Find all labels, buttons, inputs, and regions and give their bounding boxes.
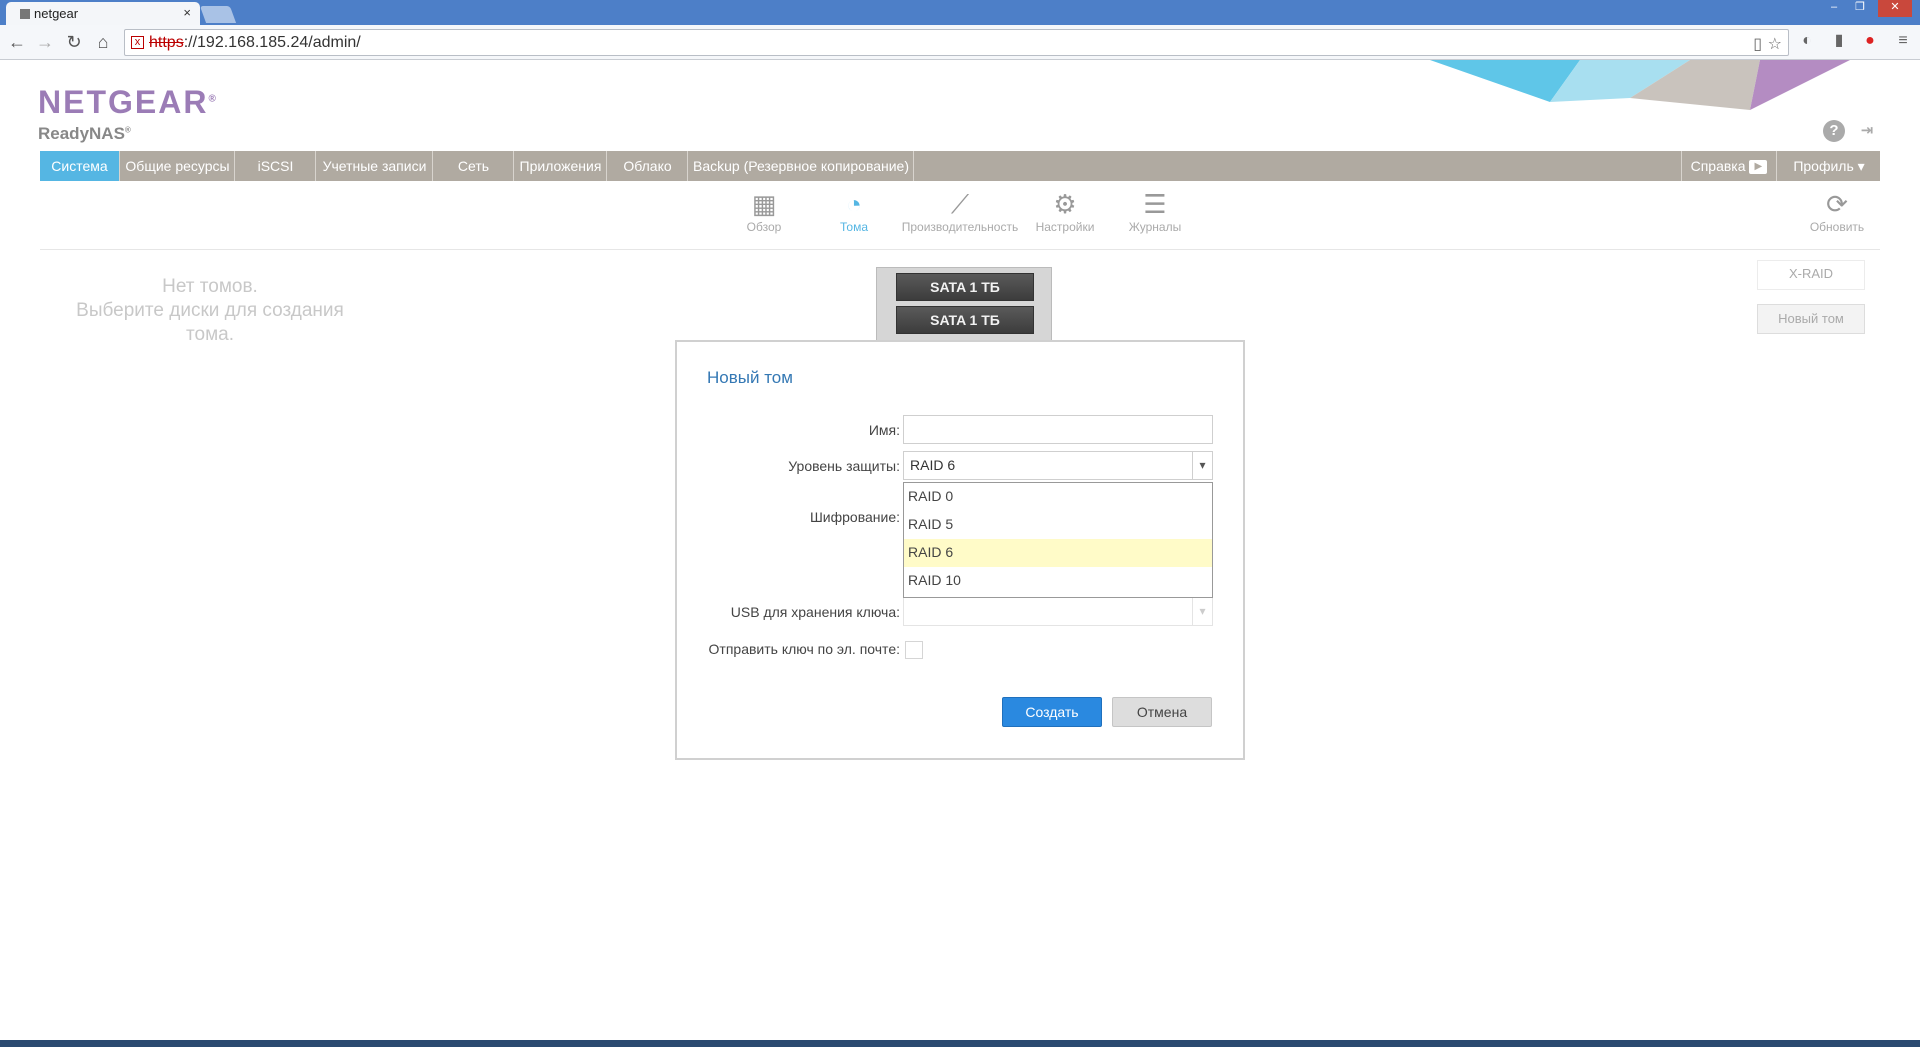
os-taskbar [0, 1040, 1920, 1047]
protection-select[interactable]: RAID 6 ▾ [903, 451, 1213, 480]
bookmark-star-icon[interactable]: ☆ [1768, 34, 1782, 54]
gear-icon: ⚙ [1053, 189, 1077, 219]
tab-bar: netgear × – ❐ ✕ [0, 0, 1920, 25]
help-icon[interactable]: ? [1823, 120, 1845, 142]
dialog-title: Новый том [707, 368, 793, 387]
usb-key-select[interactable]: ▾ [903, 597, 1213, 626]
url-path: ://192.168.185.24/admin/ [183, 34, 361, 51]
new-volume-dialog: Новый том Имя: Уровень защиты: RAID 6 ▾ … [675, 340, 1245, 760]
minimize-button[interactable]: – [1822, 0, 1846, 17]
play-icon: ▶ [1749, 160, 1768, 175]
disk-bay-2[interactable]: SATA 1 ТБ [896, 306, 1034, 334]
subnav-volumes[interactable]: ◔ Тома [794, 190, 914, 234]
reader-icon[interactable]: ▯ [1753, 34, 1762, 54]
insecure-lock-icon: x [131, 36, 144, 49]
disk-bay-1[interactable]: SATA 1 ТБ [896, 273, 1034, 301]
option-raid-0[interactable]: RAID 0 [904, 483, 1212, 511]
main-menu: Система Общие ресурсы iSCSI Учетные запи… [40, 151, 1880, 181]
tab-close-icon[interactable]: × [183, 5, 191, 20]
grid-icon: ▦ [751, 189, 777, 219]
empty-volumes-message: Нет томов. Выберите диски для создания т… [76, 276, 344, 345]
browser-toolbar: ← → ↻ ⌂ x https://192.168.185.24/admin/ … [0, 25, 1920, 60]
menu-help[interactable]: Справка ▶ [1681, 151, 1777, 181]
extension-translate-icon[interactable]: ◐ [1797, 31, 1817, 51]
extension-opera-icon[interactable]: ● [1860, 31, 1880, 51]
back-arrow-icon[interactable]: ← [6, 31, 28, 53]
url-protocol: https [149, 34, 184, 51]
menu-accounts[interactable]: Учетные записи [317, 151, 433, 181]
name-label: Имя: [868, 422, 900, 438]
divider [40, 249, 1880, 250]
chevron-down-icon: ▾ [1192, 598, 1212, 625]
name-input[interactable] [903, 415, 1213, 444]
maximize-button[interactable]: ❐ [1848, 0, 1872, 17]
refresh-button[interactable]: ⟳ Обновить [1777, 190, 1897, 234]
encryption-label: Шифрование: [809, 509, 900, 525]
reload-icon[interactable]: ↻ [63, 31, 85, 53]
email-key-label: Отправить ключ по эл. почте: [708, 641, 900, 657]
option-raid-6[interactable]: RAID 6 [904, 539, 1212, 567]
menu-system[interactable]: Система [40, 151, 120, 181]
new-volume-button[interactable]: Новый том [1757, 304, 1865, 334]
list-icon: ☰ [1143, 189, 1167, 219]
option-raid-5[interactable]: RAID 5 [904, 511, 1212, 539]
refresh-icon: ⟳ [1826, 189, 1848, 219]
create-button[interactable]: Создать [1002, 697, 1102, 727]
menu-profile[interactable]: Профиль ▾ [1778, 151, 1880, 181]
menu-iscsi[interactable]: iSCSI [236, 151, 316, 181]
forward-arrow-icon[interactable]: → [34, 31, 56, 53]
new-tab-button[interactable] [199, 6, 237, 23]
extension-signal-icon[interactable]: ▮ [1829, 31, 1849, 51]
menu-network[interactable]: Сеть [434, 151, 514, 181]
menu-shares[interactable]: Общие ресурсы [121, 151, 235, 181]
menu-apps[interactable]: Приложения [515, 151, 607, 181]
subnav-logs[interactable]: ☰ Журналы [1095, 190, 1215, 234]
header-banner [1430, 60, 1850, 110]
netgear-logo: NETGEAR® [38, 84, 218, 120]
readynas-logo: ReadyNAS® [38, 124, 131, 143]
chevron-down-icon: ▾ [1857, 158, 1865, 174]
favicon-icon [20, 9, 30, 19]
logout-icon[interactable]: ⇥ [1856, 120, 1878, 142]
browser-tab[interactable]: netgear × [6, 2, 200, 25]
subnav-performance[interactable]: ⟋ Производительность [900, 190, 1020, 234]
chevron-down-icon[interactable]: ▾ [1192, 452, 1212, 479]
cancel-button[interactable]: Отмена [1112, 697, 1212, 727]
xraid-toggle[interactable]: X-RAID [1757, 260, 1865, 290]
protection-dropdown: RAID 0 RAID 5 RAID 6 RAID 10 [903, 482, 1213, 598]
menu-backup[interactable]: Backup (Резервное копирование) [689, 151, 914, 181]
home-icon[interactable]: ⌂ [92, 31, 114, 53]
volume-icon: ◔ [846, 189, 862, 219]
browser-menu-icon[interactable]: ≡ [1893, 31, 1913, 51]
address-bar[interactable]: x https://192.168.185.24/admin/ ▯ ☆ [124, 29, 1789, 56]
tab-title: netgear [34, 6, 79, 21]
usb-key-label: USB для хранения ключа: [730, 604, 900, 620]
option-raid-10[interactable]: RAID 10 [904, 567, 1212, 595]
protection-label: Уровень защиты: [788, 458, 900, 474]
close-window-button[interactable]: ✕ [1878, 0, 1912, 17]
email-key-checkbox[interactable] [905, 641, 923, 659]
chart-icon: ⟋ [950, 189, 970, 219]
menu-cloud[interactable]: Облако [608, 151, 688, 181]
